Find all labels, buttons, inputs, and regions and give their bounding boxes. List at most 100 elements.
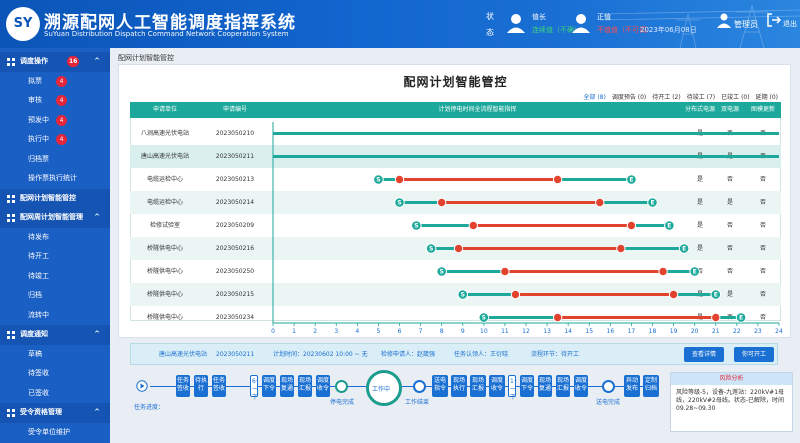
sidebar-item-label: 已签收 (28, 388, 49, 397)
flow-step[interactable]: 任务签收 (176, 375, 190, 397)
start-work-button[interactable]: 你可开工 (734, 347, 774, 362)
sidebar-group[interactable]: 调度操作 16 ^ (0, 52, 110, 72)
sidebar-group[interactable]: 配网周计划智能管理 ^ (0, 208, 110, 228)
plan-control-panel: 配网计划智能管控 全部 (8) 调度预告 (0) 待开工 (2) 待竣工 (7) 已竣工… (118, 64, 791, 338)
table-row[interactable]: 桥隧供电中心 2023050250 否 否 否 (130, 260, 781, 283)
sidebar-item[interactable]: 预发中 4 (0, 111, 110, 131)
flow-step[interactable]: 异动发布 (624, 375, 640, 397)
table-row[interactable]: 桥隧供电中心 2023050215 是 是 否 (130, 283, 781, 306)
flow-step[interactable]: 调度下令 (262, 375, 276, 397)
flow-step[interactable]: 调度收令 (489, 375, 505, 397)
flow-step[interactable]: 现场复通 (538, 375, 552, 397)
sidebar-item[interactable]: 归档票 (0, 150, 110, 170)
cell-map-update: 否 (759, 153, 766, 160)
column-header: 申请编号 (222, 106, 247, 113)
cell-distributed-gen: 是 (696, 222, 703, 229)
sidebar-item-label: 受令单位维护 (28, 427, 70, 436)
sidebar-item[interactable]: 草稿 (0, 345, 110, 365)
sidebar-group[interactable]: 调度通知 ^ (0, 325, 110, 345)
grid-header: 申请单位 申请编号 计划停电时间全流程智能指挥 分布式电源 双电源 图模更新 (130, 102, 781, 118)
filter-tab[interactable]: 延期 (0) (756, 94, 778, 101)
cell-map-update: 否 (759, 291, 766, 298)
filter-tab[interactable]: 全部 (8) (583, 94, 605, 101)
table-row[interactable]: 电缆运检中心 2023050214 是 是 否 (130, 191, 781, 214)
flow-step[interactable]: 现场执行 (451, 375, 467, 397)
flow-step[interactable]: 调度下令 (520, 375, 534, 397)
flow-step[interactable]: 待执行 (194, 375, 208, 397)
selected-plan-detail: 唐山高速光伏电站 2023050211 计划时间：20230602 10:00 … (130, 343, 778, 365)
table-row[interactable]: 检修试验室 2023050209 是 否 否 (130, 214, 781, 237)
play-icon[interactable] (136, 380, 148, 392)
sidebar-item[interactable]: 归档 (0, 286, 110, 306)
view-detail-button[interactable]: 查看详情 (684, 347, 724, 362)
risk-text: 风险等级-5，设备-九莲站：220kV#1母线，220kV#2母线。状态-已解除… (676, 389, 785, 412)
flow-step[interactable]: 现场复通 (280, 375, 294, 397)
status-filters: 全部 (8) 调度预告 (0) 待开工 (2) 待竣工 (7) 已竣工 (0) 延期 (0… (577, 92, 778, 101)
sidebar-item[interactable]: 待竣工 (0, 267, 110, 287)
sidebar-item-label: 待发布 (28, 232, 49, 241)
exit-icon[interactable] (766, 12, 782, 28)
chevron-up-icon: ^ (94, 57, 100, 65)
working-label: 工作中 (372, 386, 391, 393)
flow-step[interactable]: 1·一下 (508, 375, 516, 401)
current-date: 2023年06月08日 (640, 26, 697, 34)
gantt-tick-label: 17 (628, 328, 636, 335)
cell-id: 2023050211 (215, 153, 255, 160)
cell-map-update: 否 (759, 245, 766, 252)
cell-id: 2023050234 (215, 314, 255, 321)
table-row[interactable]: 桥隧供电中心 2023050216 是 否 否 (130, 237, 781, 260)
cell-unit: 唐山高速光伏电站 (140, 153, 189, 160)
sidebar-item-label: 归档 (28, 291, 42, 299)
filter-tab[interactable]: 已竣工 (0) (721, 94, 749, 101)
admin-user-icon[interactable] (716, 12, 732, 28)
sidebar-item-label: 审核 (28, 96, 42, 104)
cell-distributed-gen: 是 (696, 291, 703, 298)
table-row[interactable]: 电缆运检中心 2023050213 是 否 否 (130, 168, 781, 191)
sidebar-item[interactable]: 执行中 4 (0, 130, 110, 150)
cell-unit: 桥隧供电中心 (146, 291, 183, 298)
exit-button[interactable]: 退出 (783, 19, 797, 29)
flow-step[interactable]: 调度收令 (574, 375, 588, 397)
flow-step[interactable]: 6·一下 (250, 375, 258, 401)
flow-step[interactable]: 送电指令 (432, 375, 448, 397)
sidebar-count-badge: 4 (56, 75, 67, 87)
gantt-tick-label: 22 (733, 328, 741, 335)
page-title: 配网计划智能管控 (403, 75, 508, 89)
flow-step[interactable]: 调度收令 (316, 375, 330, 397)
detail-confirmer: 任务认领人：王衍晓 (454, 351, 509, 358)
flow-step[interactable]: 任务签收 (212, 375, 226, 397)
flow-step[interactable]: 现场汇报 (298, 375, 312, 397)
flow-step[interactable]: 现场汇报 (470, 375, 486, 397)
breadcrumb[interactable]: 配网计划智能管控 (118, 53, 174, 63)
table-row[interactable]: 桥隧供电中心 2023050234 是 否 否 (130, 306, 781, 329)
power-done-label: 送电完成 (596, 399, 621, 406)
filter-tab[interactable]: 待开工 (2) (652, 94, 680, 101)
cell-distributed-gen: 是 (696, 199, 703, 206)
user-avatar-icon (507, 14, 525, 33)
sidebar-item[interactable]: 受令单位维护 (0, 423, 110, 443)
gantt-tick-label: 4 (355, 328, 359, 335)
filter-tab[interactable]: 调度预告 (0) (612, 94, 646, 101)
sidebar-item[interactable]: 操作票执行统计 (0, 169, 110, 189)
admin-label[interactable]: 管理员 (734, 19, 758, 30)
cell-map-update: 否 (759, 199, 766, 206)
gantt-tick-label: 21 (712, 328, 720, 335)
chevron-up-icon: ^ (94, 330, 100, 338)
sidebar-item[interactable]: 已签收 (0, 384, 110, 404)
sidebar-item[interactable]: 审核 4 (0, 91, 110, 111)
sidebar-item[interactable]: 待发布 (0, 228, 110, 248)
sidebar-item[interactable]: 流转中 (0, 306, 110, 326)
sidebar-item[interactable]: 待开工 (0, 247, 110, 267)
flow-step[interactable]: 定制归档 (643, 375, 659, 397)
sidebar-group[interactable]: 受令资格管理 ^ (0, 403, 110, 423)
table-row[interactable]: 八涧高速光伏电站 2023050210 是 否 否 (130, 122, 781, 145)
cell-unit: 桥隧供电中心 (146, 314, 183, 321)
table-row[interactable]: 唐山高速光伏电站 2023050211 是 是 否 (130, 145, 781, 168)
detail-unit: 唐山高速光伏电站 (159, 351, 208, 358)
flow-step[interactable]: 现场汇报 (556, 375, 570, 397)
app-logo: SY (6, 7, 40, 41)
sidebar-item[interactable]: 拟票 4 (0, 72, 110, 92)
sidebar-item[interactable]: 待签收 (0, 364, 110, 384)
sidebar-group[interactable]: 配网计划智能管控 (0, 188, 110, 208)
filter-tab[interactable]: 待竣工 (7) (687, 94, 715, 101)
